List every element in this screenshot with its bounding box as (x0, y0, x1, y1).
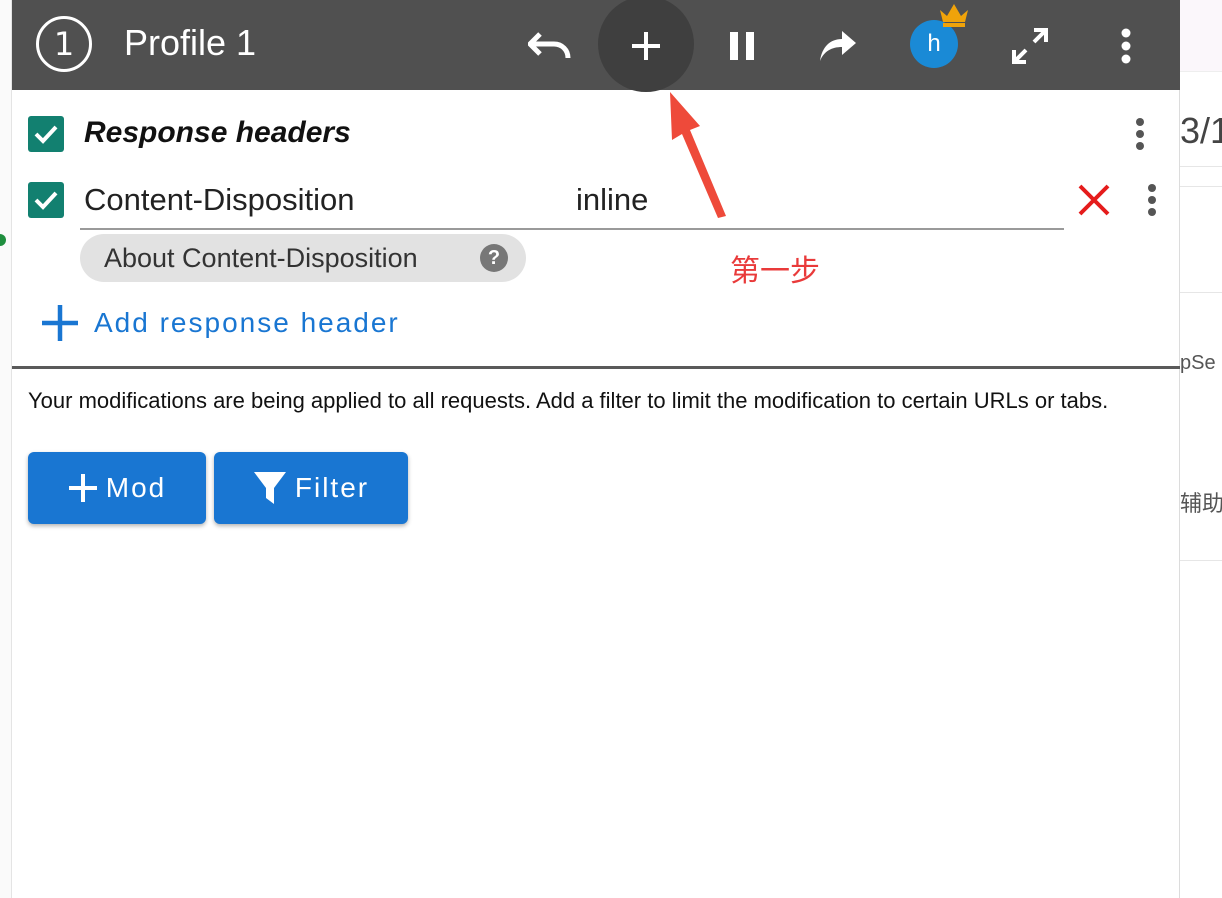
more-vert-icon (1148, 184, 1156, 192)
add-response-header-button[interactable]: Add response header (40, 302, 400, 344)
remove-header-button[interactable] (1074, 180, 1114, 220)
background-text-fragment: 辅助 (1180, 492, 1222, 517)
redo-button[interactable] (810, 18, 866, 74)
background-divider (1180, 166, 1222, 167)
check-icon (34, 125, 58, 144)
filter-notice: Your modifications are being applied to … (28, 388, 1109, 413)
more-vert-icon (1121, 28, 1131, 64)
profile-title: Profile 1 (124, 22, 257, 63)
section-menu-button[interactable] (1130, 114, 1150, 154)
more-vert-icon (1136, 118, 1144, 126)
undo-icon (528, 32, 571, 59)
check-icon (34, 191, 58, 210)
header-menu-button[interactable] (1142, 180, 1162, 220)
header-value-field[interactable]: inline (576, 182, 648, 218)
fullscreen-button[interactable] (1002, 18, 1058, 74)
plus-icon (42, 305, 78, 341)
plus-icon (632, 32, 660, 60)
background-text-fragment: pSe (1180, 352, 1216, 374)
add-filter-button[interactable]: Filter (214, 452, 408, 524)
annotation-label: 第一步 (730, 254, 820, 289)
filter-icon (253, 472, 286, 504)
help-icon: ? (480, 244, 508, 272)
background-divider (1180, 292, 1222, 293)
crown-icon (940, 4, 968, 27)
extension-popup: 1 Profile 1 h Response headers Content-D… (12, 0, 1180, 898)
add-mod-button[interactable] (618, 18, 674, 74)
pause-icon (730, 32, 754, 60)
background-top-bar (1180, 0, 1222, 72)
background-text-fragment: 3/1 (1180, 110, 1222, 151)
redo-icon (820, 31, 856, 61)
fullscreen-icon (1012, 28, 1048, 64)
add-mod-bottom-button[interactable]: Mod (28, 452, 206, 524)
pause-button[interactable] (714, 18, 770, 74)
header-enabled-checkbox[interactable] (28, 182, 64, 218)
mod-button-label: Mod (105, 472, 167, 503)
screen: 3/1 pSe 辅助 1 Profile 1 h Response header… (0, 0, 1222, 898)
undo-button[interactable] (522, 18, 578, 74)
more-options-button[interactable] (1098, 18, 1154, 74)
background-left-strip (0, 0, 12, 898)
toolbar: 1 Profile 1 h (12, 0, 1180, 92)
header-name-field[interactable]: Content-Disposition (84, 182, 355, 218)
section-enabled-checkbox[interactable] (28, 116, 64, 152)
section-divider (12, 366, 1180, 369)
profile-number-badge[interactable]: 1 (36, 16, 92, 72)
header-row-underline (80, 228, 1064, 230)
help-chip-label: About Content-Disposition (104, 242, 418, 273)
close-icon (1078, 184, 1110, 216)
annotation-arrow-icon (670, 92, 726, 218)
filter-button-label: Filter (294, 472, 370, 503)
add-response-header-label: Add response header (94, 307, 400, 338)
header-help-chip[interactable]: About Content-Disposition ? (80, 234, 526, 282)
background-divider (1180, 560, 1222, 561)
plus-icon (68, 474, 97, 502)
section-title: Response headers (84, 116, 351, 149)
background-divider (1180, 186, 1222, 187)
